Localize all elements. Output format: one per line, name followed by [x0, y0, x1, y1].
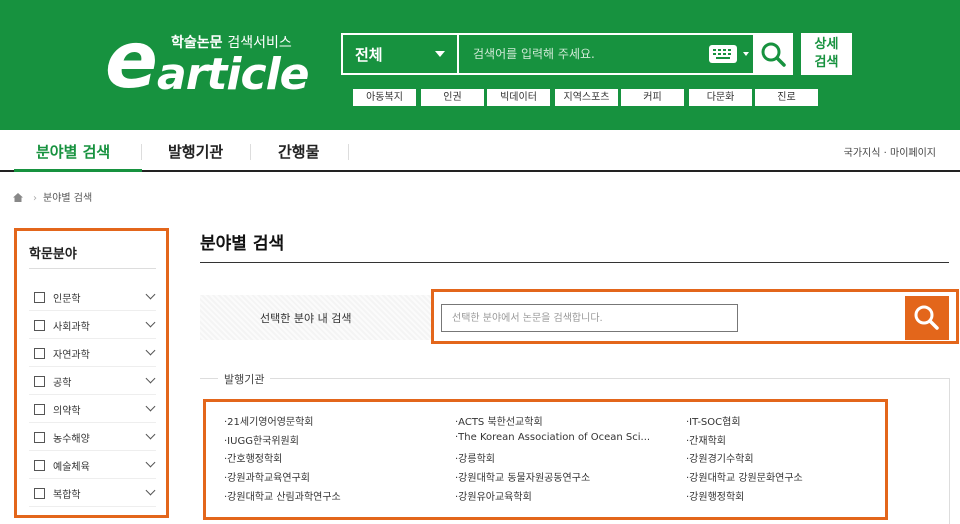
keyword-tag[interactable]: 커피 [621, 89, 684, 106]
checkbox[interactable] [34, 292, 45, 303]
publisher-item[interactable]: ·강원행정학회 [686, 488, 876, 503]
keyboard-dropdown-icon[interactable] [743, 52, 749, 56]
publisher-item[interactable]: ·강원대학교 동물자원공동연구소 [455, 469, 675, 484]
checkbox[interactable] [34, 432, 45, 443]
logo-word: article [157, 49, 310, 100]
keyword-tag[interactable]: 지역스포츠 [555, 89, 618, 106]
publisher-item[interactable]: ·강릉학회 [455, 450, 675, 465]
sidebar-item-medicine[interactable]: 의약학 [29, 395, 156, 423]
chevron-down-icon[interactable] [145, 429, 156, 440]
sidebar-item-engineering[interactable]: 공학 [29, 367, 156, 395]
checkbox[interactable] [34, 460, 45, 471]
breadcrumb-current[interactable]: 분야별 검색 [43, 193, 92, 204]
search-icon [914, 305, 939, 330]
chevron-down-icon[interactable] [145, 457, 156, 468]
publisher-section-label: 발행기관 [218, 371, 271, 387]
field-search-button[interactable] [905, 296, 949, 340]
publisher-item[interactable]: ·The Korean Association of Ocean Sci... [455, 432, 681, 443]
advanced-search-button[interactable]: 상세 검색 [801, 33, 852, 75]
publisher-item[interactable]: ·강원경기수학회 [686, 450, 876, 465]
chevron-down-icon[interactable] [145, 345, 156, 356]
publisher-item[interactable]: ·IUGG한국위원회 [224, 432, 444, 447]
tab-periodical[interactable]: 간행물 [278, 141, 319, 162]
sidebar-item-arts-sports[interactable]: 예술체육 [29, 451, 156, 479]
sidebar-item-natural-science[interactable]: 자연과학 [29, 339, 156, 367]
main-search: 전체 [341, 33, 793, 75]
title-divider [200, 262, 949, 263]
checkbox[interactable] [34, 348, 45, 359]
main-nav: 분야별 검색 발행기관 간행물 국가지식 · 마이페이지 [0, 130, 960, 172]
sidebar-item-interdisciplinary[interactable]: 복합학 [29, 479, 156, 507]
field-search-box [431, 289, 959, 344]
field-search-label: 선택한 분야 내 검색 [260, 312, 352, 325]
publisher-item[interactable]: ·간재학회 [686, 432, 876, 447]
chevron-down-icon [435, 51, 445, 57]
logo-subtitle: 학술논문 검색서비스 [171, 35, 292, 51]
header: e article 학술논문 검색서비스 전체 상세 검색 아동복지 인권 빅데… [0, 0, 960, 130]
checkbox[interactable] [34, 376, 45, 387]
field-search-input[interactable] [441, 304, 738, 332]
chevron-down-icon[interactable] [145, 485, 156, 496]
publisher-item[interactable]: ·강원유아교육학회 [455, 488, 675, 503]
breadcrumb: › 분야별 검색 [13, 189, 92, 204]
checkbox[interactable] [34, 320, 45, 331]
keyboard-icon[interactable] [709, 45, 737, 63]
search-button[interactable] [753, 35, 793, 73]
search-icon [761, 42, 786, 67]
keyword-tag[interactable]: 아동복지 [353, 89, 416, 106]
publisher-item[interactable]: ·강원과학교육연구회 [224, 469, 444, 484]
publisher-item[interactable]: ·간호행정학회 [224, 450, 444, 465]
keyword-tag[interactable]: 다문화 [689, 89, 752, 106]
keyword-tag[interactable]: 인권 [421, 89, 484, 106]
page-title: 분야별 검색 [200, 234, 285, 254]
checkbox[interactable] [34, 488, 45, 499]
tab-publisher[interactable]: 발행기관 [168, 141, 223, 162]
mypage-link[interactable]: 마이페이지 [890, 148, 936, 159]
earticle-logo[interactable]: e article 학술논문 검색서비스 [105, 22, 310, 100]
publisher-item[interactable]: ·강원대학교 산림과학연구소 [224, 488, 444, 503]
sidebar-title: 학문분야 [29, 247, 77, 262]
search-input[interactable] [461, 35, 703, 73]
sidebar-item-agriculture-fisheries[interactable]: 농수해양 [29, 423, 156, 451]
utility-links: 국가지식 · 마이페이지 [843, 148, 936, 159]
keyword-tag[interactable]: 진로 [755, 89, 818, 106]
publisher-item[interactable]: ·강원대학교 강원문화연구소 [686, 469, 876, 484]
sidebar-item-humanities[interactable]: 인문학 [29, 283, 156, 311]
chevron-down-icon[interactable] [145, 401, 156, 412]
publisher-item[interactable]: ·ACTS 북한선교학회 [455, 413, 675, 428]
chevron-down-icon[interactable] [145, 373, 156, 384]
tab-field-search[interactable]: 분야별 검색 [36, 141, 110, 162]
keyword-tag[interactable]: 빅데이터 [487, 89, 550, 106]
sidebar-item-social-science[interactable]: 사회과학 [29, 311, 156, 339]
logo-e: e [105, 16, 158, 106]
active-tab-indicator [14, 169, 142, 172]
search-scope-select[interactable]: 전체 [343, 35, 459, 73]
publisher-item[interactable]: ·IT-SOC협회 [686, 413, 876, 428]
home-icon[interactable] [13, 193, 23, 202]
publisher-item[interactable]: ·21세기영어영문학회 [224, 413, 444, 428]
chevron-down-icon[interactable] [145, 317, 156, 328]
national-knowledge-link[interactable]: 국가지식 [844, 148, 881, 159]
subject-sidebar: 학문분야 인문학 사회과학 자연과학 공학 의약학 농수해양 예술체육 복합학 [14, 228, 169, 518]
chevron-down-icon[interactable] [145, 289, 156, 300]
checkbox[interactable] [34, 404, 45, 415]
